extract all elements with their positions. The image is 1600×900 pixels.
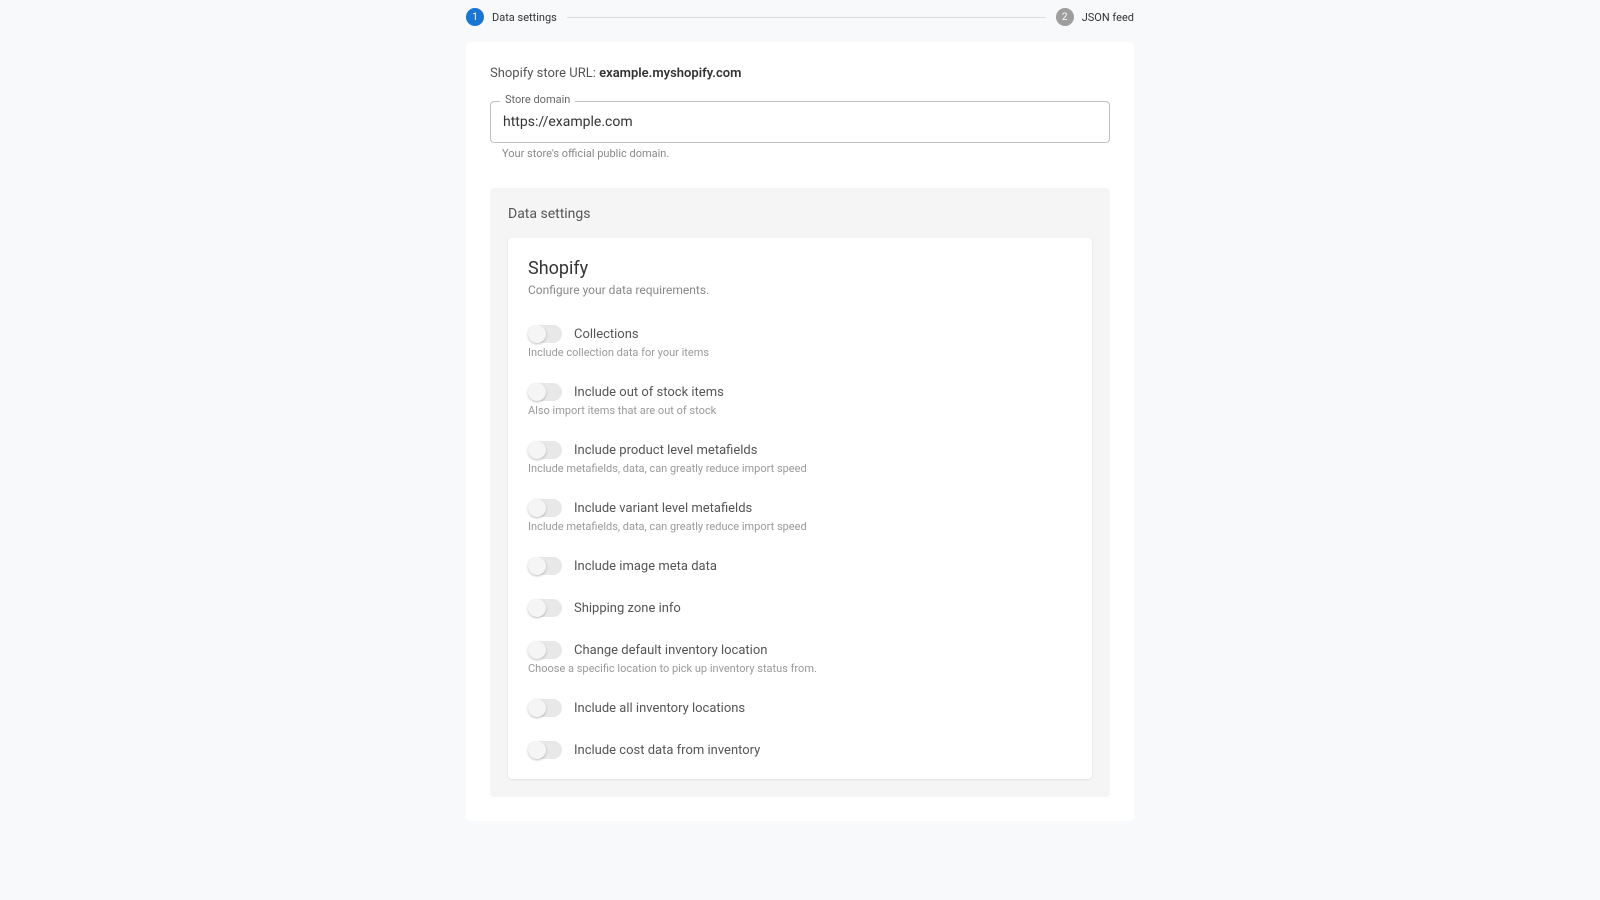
toggle-switch-shipping-zone[interactable] [528, 599, 562, 617]
toggle-default-inventory-location: Change default inventory location Choose… [528, 641, 1072, 675]
toggle-shipping-zone: Shipping zone info [528, 599, 1072, 617]
toggle-label: Collections [574, 327, 639, 342]
data-settings-section: Data settings Shopify Configure your dat… [490, 188, 1110, 797]
toggle-switch-product-metafields[interactable] [528, 441, 562, 459]
toggle-label: Include variant level metafields [574, 501, 752, 516]
toggle-desc: Include metafields, data, can greatly re… [528, 462, 1072, 475]
toggle-switch-out-of-stock[interactable] [528, 383, 562, 401]
step-connector [567, 17, 1046, 18]
step-label-1: Data settings [492, 11, 557, 24]
toggle-product-metafields: Include product level metafields Include… [528, 441, 1072, 475]
toggle-switch-variant-metafields[interactable] [528, 499, 562, 517]
stepper: 1 Data settings 2 JSON feed [466, 4, 1134, 42]
toggle-switch-default-inventory-location[interactable] [528, 641, 562, 659]
toggle-label: Include out of stock items [574, 385, 724, 400]
store-url-prefix: Shopify store URL: [490, 66, 599, 81]
toggle-collections: Collections Include collection data for … [528, 325, 1072, 359]
toggle-label: Include cost data from inventory [574, 743, 760, 758]
toggle-label: Shipping zone info [574, 601, 681, 616]
shopify-settings-card: Shopify Configure your data requirements… [508, 238, 1092, 779]
toggle-variant-metafields: Include variant level metafields Include… [528, 499, 1072, 533]
card-sub: Configure your data requirements. [528, 283, 1072, 297]
step-circle-1: 1 [466, 8, 484, 26]
toggle-all-inventory-locations: Include all inventory locations [528, 699, 1072, 717]
toggle-label: Change default inventory location [574, 643, 767, 658]
store-url-value: example.myshopify.com [599, 66, 741, 81]
store-domain-helper: Your store's official public domain. [502, 147, 1110, 160]
toggle-desc: Choose a specific location to pick up in… [528, 662, 1072, 675]
toggle-desc: Include collection data for your items [528, 346, 1072, 359]
toggle-switch-all-inventory-locations[interactable] [528, 699, 562, 717]
step-data-settings[interactable]: 1 Data settings [466, 8, 557, 26]
toggle-switch-collections[interactable] [528, 325, 562, 343]
store-url-line: Shopify store URL: example.myshopify.com [490, 66, 1110, 81]
toggle-label: Include all inventory locations [574, 701, 745, 716]
step-label-2: JSON feed [1082, 11, 1134, 24]
settings-panel: Shopify store URL: example.myshopify.com… [466, 42, 1134, 821]
store-domain-label: Store domain [500, 93, 575, 106]
store-domain-field-wrapper: Store domain [490, 101, 1110, 143]
card-heading: Shopify [528, 258, 1072, 279]
toggle-desc: Include metafields, data, can greatly re… [528, 520, 1072, 533]
store-domain-input[interactable] [490, 101, 1110, 143]
toggle-label: Include image meta data [574, 559, 717, 574]
toggle-image-metadata: Include image meta data [528, 557, 1072, 575]
toggle-switch-cost-data[interactable] [528, 741, 562, 759]
toggle-label: Include product level metafields [574, 443, 757, 458]
toggle-out-of-stock: Include out of stock items Also import i… [528, 383, 1072, 417]
step-circle-2: 2 [1056, 8, 1074, 26]
toggle-desc: Also import items that are out of stock [528, 404, 1072, 417]
step-json-feed[interactable]: 2 JSON feed [1056, 8, 1134, 26]
main-container: 1 Data settings 2 JSON feed Shopify stor… [466, 4, 1134, 821]
toggle-cost-data: Include cost data from inventory [528, 741, 1072, 759]
toggle-switch-image-metadata[interactable] [528, 557, 562, 575]
data-settings-title: Data settings [508, 206, 1092, 222]
